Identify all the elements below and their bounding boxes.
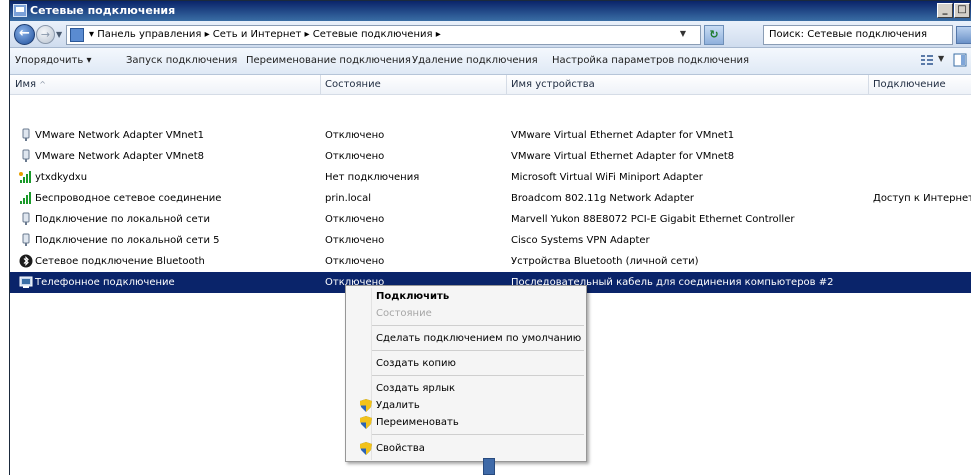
menu-separator [372,375,584,376]
connection-name: Сетевое подключение Bluetooth [35,256,205,267]
table-row[interactable]: VMware Network Adapter VMnet8 Отключено … [10,146,971,167]
taskbar-fragment [483,458,495,475]
connection-device: Cisco Systems VPN Adapter [511,235,650,246]
menu-item-delete[interactable]: Удалить [376,400,420,411]
uac-shield-icon [360,399,372,412]
wifi-signal-icon [19,171,31,183]
table-row[interactable]: ytxdkydxu Нет подключения Microsoft Virt… [10,167,971,188]
menu-separator [372,325,584,326]
context-menu: Подключить Состояние Сделать подключение… [345,285,587,462]
breadcrumb[interactable]: ▾ Панель управления ▸ Сеть и Интернет ▸ … [66,25,701,45]
table-row[interactable]: VMware Network Adapter VMnet1 Отключено … [10,125,971,146]
uac-shield-icon [360,416,372,429]
menu-item-set-default[interactable]: Сделать подключением по умолчанию [376,333,581,344]
search-input[interactable]: Поиск: Сетевые подключения [763,25,953,45]
connection-status: Отключено [325,256,385,267]
connection-device: Устройства Bluetooth (личной сети) [511,256,699,267]
connection-name: VMware Network Adapter VMnet1 [35,130,205,141]
control-panel-icon [70,28,84,42]
table-row[interactable]: Подключение по локальной сети Отключено … [10,209,971,230]
sort-ascending-icon: ^ [39,80,46,89]
connection-name: ytxdkydxu [35,172,88,183]
maximize-button[interactable]: □ [954,3,970,18]
menu-item-connect[interactable]: Подключить [376,291,449,302]
connection-name: VMware Network Adapter VMnet8 [35,151,205,162]
connection-device: Broadcom 802.11g Network Adapter [511,193,695,204]
column-name-label: Имя [15,79,37,90]
connection-name: Беспроводное сетевое соединение [35,193,222,204]
window-title: Сетевые подключения [30,4,176,17]
column-header-row: Имя ^ Состояние Имя устройства Подключен… [10,75,971,95]
connection-status: Отключено [325,151,385,162]
back-arrow-icon[interactable]: ← [14,24,35,45]
delete-connection-button[interactable]: Удаление подключения [412,55,538,66]
table-row[interactable]: Беспроводное сетевое соединение prin.loc… [10,188,971,209]
search-icon[interactable] [956,26,971,44]
disconnected-adapter-icon [22,212,30,225]
connection-device: Microsoft Virtual WiFi Miniport Adapter [511,172,703,183]
connection-name: Подключение по локальной сети [35,214,210,225]
connection-device: VMware Virtual Ethernet Adapter for VMne… [511,130,735,141]
refresh-icon[interactable]: ↻ [704,25,724,45]
table-row[interactable]: Подключение по локальной сети 5 Отключен… [10,230,971,251]
breadcrumb-path[interactable]: ▾ Панель управления ▸ Сеть и Интернет ▸ … [89,29,441,40]
connection-status: Отключено [325,235,385,246]
column-device-header[interactable]: Имя устройства [511,79,595,90]
views-dropdown-icon[interactable]: ▼ [938,54,944,63]
column-connection-header[interactable]: Подключение [873,79,946,90]
column-name-header[interactable]: Имя ^ [15,79,46,90]
connection-name: Телефонное подключение [35,277,175,288]
column-divider[interactable] [868,75,869,95]
menu-separator [372,434,584,435]
change-settings-button[interactable]: Настройка параметров подключения [552,55,749,66]
table-row[interactable]: Сетевое подключение Bluetooth Отключено … [10,251,971,272]
title-bar[interactable]: Сетевые подключения _ □ x [10,1,971,21]
preview-pane-icon[interactable] [953,53,967,67]
column-status-header[interactable]: Состояние [325,79,381,90]
address-bar: ← → ▼ ▾ Панель управления ▸ Сеть и Интер… [10,21,971,48]
connection-device: Marvell Yukon 88E8072 PCI-E Gigabit Ethe… [511,214,795,225]
connection-status: Отключено [325,130,385,141]
connection-status: Нет подключения [325,172,420,183]
connection-name: Подключение по локальной сети 5 [35,235,220,246]
menu-item-create-copy[interactable]: Создать копию [376,358,456,369]
menu-item-properties[interactable]: Свойства [376,443,425,454]
menu-item-rename[interactable]: Переименовать [376,417,459,428]
views-icon[interactable] [920,53,934,67]
connection-status: Отключено [325,214,385,225]
command-bar: Упорядочить ▾ Запуск подключения Переиме… [10,48,971,75]
disconnected-adapter-icon [22,149,30,162]
column-divider[interactable] [320,75,321,95]
connection-status: prin.local [325,193,372,204]
menu-item-status: Состояние [376,308,432,319]
disconnected-adapter-icon [22,233,30,246]
network-folder-icon [13,4,27,17]
bluetooth-icon [19,254,33,268]
minimize-button[interactable]: _ [937,3,953,18]
uac-shield-icon [360,442,372,455]
menu-separator [372,350,584,351]
dialup-icon [19,276,33,288]
connection-device: VMware Virtual Ethernet Adapter for VMne… [511,151,735,162]
search-placeholder: Поиск: Сетевые подключения [769,29,927,40]
history-dropdown-icon[interactable]: ▼ [56,30,62,39]
disconnected-adapter-icon [22,128,30,141]
rename-connection-button[interactable]: Переименование подключения [246,55,411,66]
start-connection-button[interactable]: Запуск подключения [126,55,237,66]
chevron-down-icon[interactable]: ▼ [680,29,686,38]
column-divider[interactable] [506,75,507,95]
organize-button[interactable]: Упорядочить ▾ [15,55,91,66]
connection-access: Доступ к Интернету [873,193,971,204]
forward-arrow-icon[interactable]: → [36,25,55,44]
wifi-signal-icon [20,192,31,204]
menu-item-create-shortcut[interactable]: Создать ярлык [376,383,455,394]
